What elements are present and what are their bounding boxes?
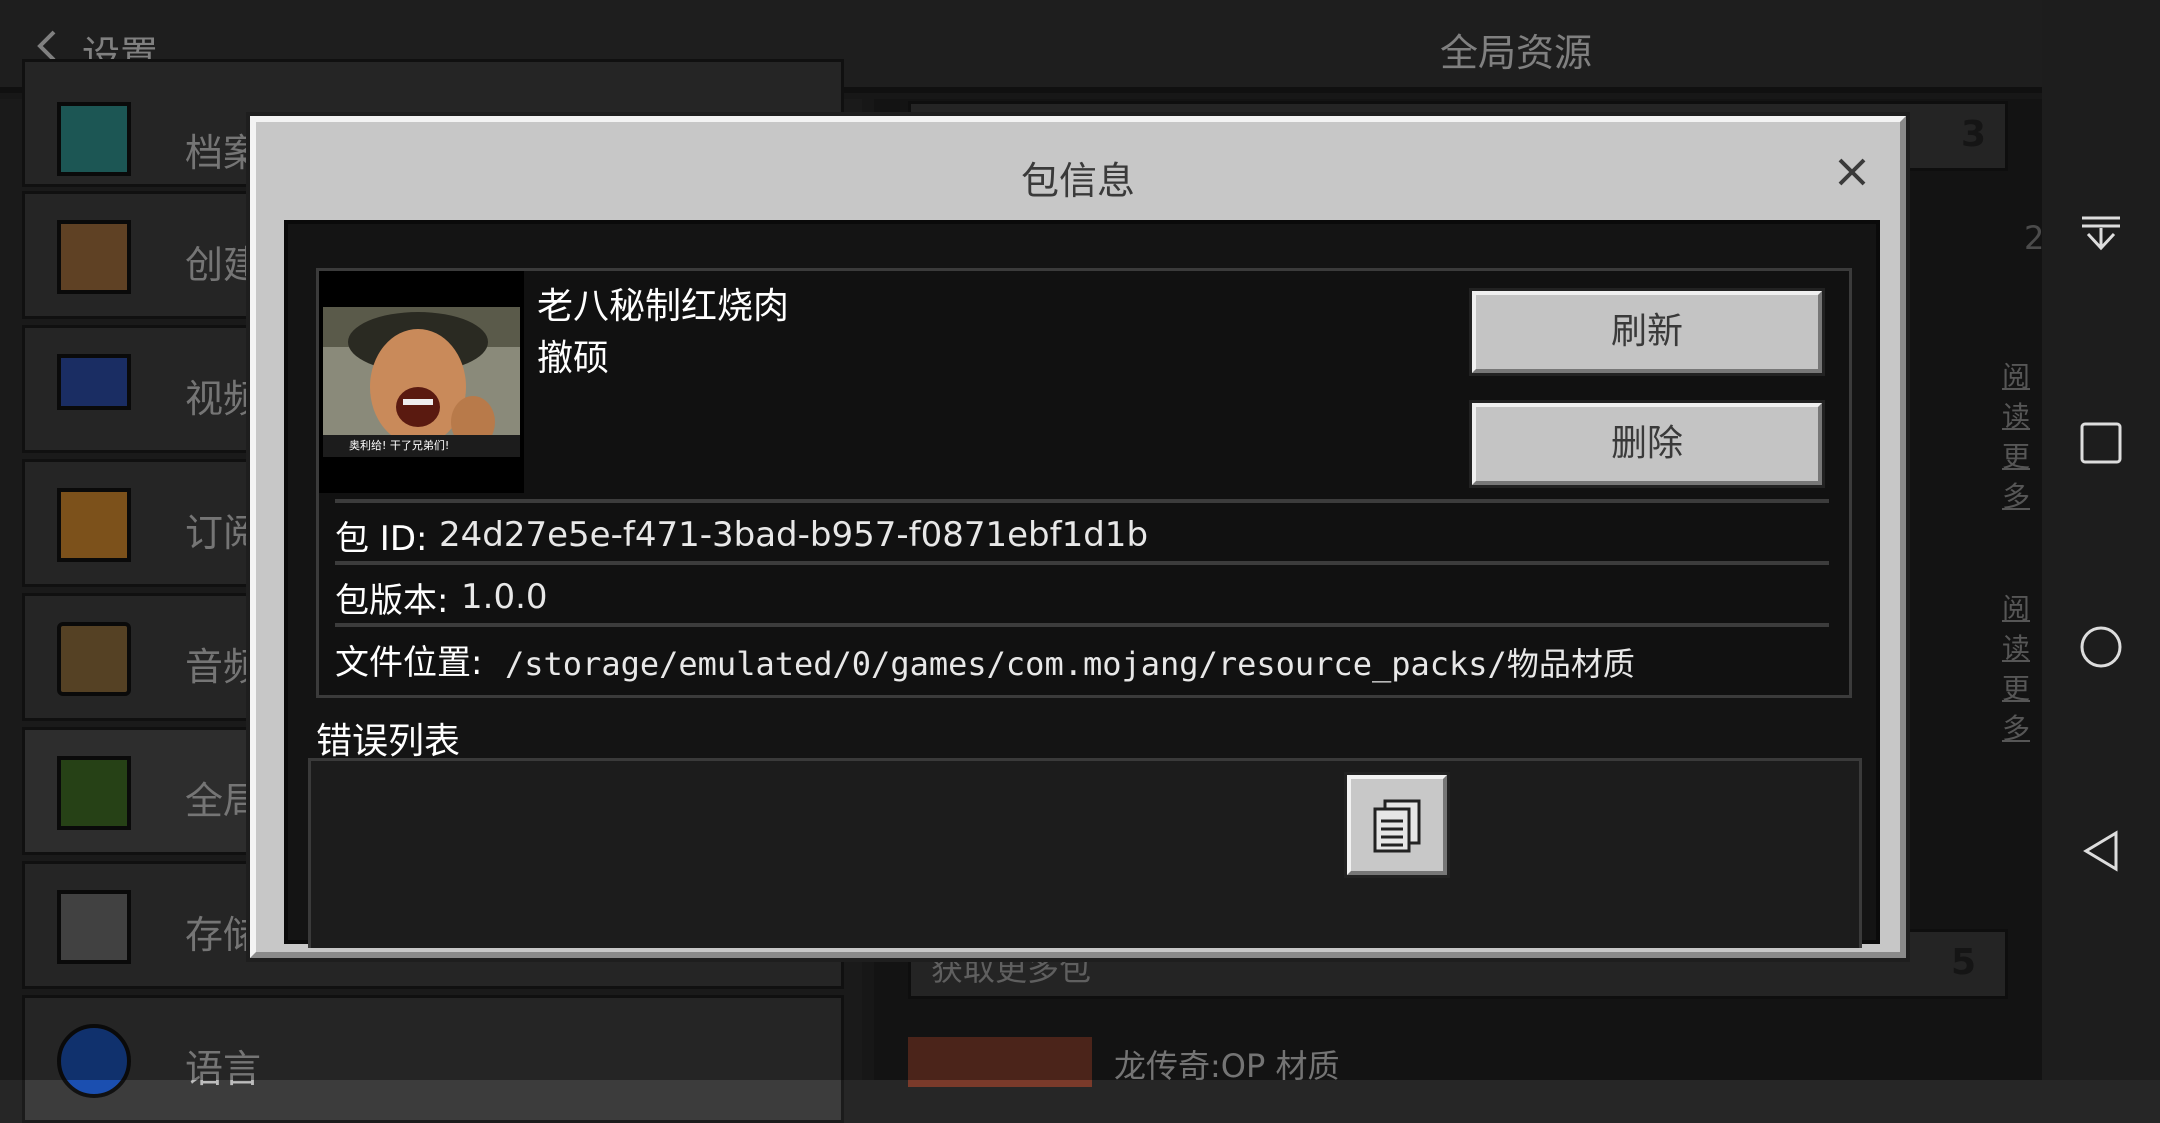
copy-icon xyxy=(1373,799,1421,853)
pack-name: 老八秘制红烧肉 xyxy=(537,286,790,327)
pack-id-label: 包 ID: xyxy=(335,519,428,559)
error-list xyxy=(308,758,1862,948)
home-circle-icon[interactable] xyxy=(2080,626,2122,668)
close-icon[interactable] xyxy=(1834,154,1870,190)
back-triangle-icon[interactable] xyxy=(2080,830,2122,872)
version-label: 包版本: xyxy=(335,581,449,621)
pack-info-dialog: 包信息 奥利给! 干了兄弟们! 老八秘制红烧肉 撤硕 刷新 删除 包 ID: 2… xyxy=(250,116,1906,958)
divider xyxy=(335,623,1829,627)
dialog-title: 包信息 xyxy=(1020,159,1135,203)
divider xyxy=(335,499,1829,503)
file-location-value: /storage/emulated/0/games/com.mojang/res… xyxy=(505,645,1635,683)
refresh-button[interactable]: 刷新 xyxy=(1472,291,1822,373)
dialog-content: 奥利给! 干了兄弟们! 老八秘制红烧肉 撤硕 刷新 删除 包 ID: 24d27… xyxy=(284,220,1880,948)
recents-square-icon[interactable] xyxy=(2080,422,2122,464)
pack-icon-picture xyxy=(323,307,520,457)
pack-id-value: 24d27e5e-f471-3bad-b957-f0871ebf1d1b xyxy=(439,515,1149,555)
thumbnail-caption: 奥利给! 干了兄弟们! xyxy=(349,439,450,452)
android-nav-bar xyxy=(2042,0,2160,1080)
version-value: 1.0.0 xyxy=(461,577,548,617)
pack-author: 撤硕 xyxy=(537,338,610,379)
copy-button[interactable] xyxy=(1347,775,1447,875)
delete-button[interactable]: 删除 xyxy=(1472,403,1822,485)
pack-icon-image: 奥利给! 干了兄弟们! xyxy=(319,271,524,493)
pack-info-box: 奥利给! 干了兄弟们! 老八秘制红烧肉 撤硕 刷新 删除 包 ID: 24d27… xyxy=(316,268,1852,698)
divider xyxy=(335,561,1829,565)
error-list-title: 错误列表 xyxy=(316,721,461,762)
notification-pulldown-icon[interactable] xyxy=(2080,214,2122,256)
file-location-label: 文件位置: xyxy=(335,643,483,683)
